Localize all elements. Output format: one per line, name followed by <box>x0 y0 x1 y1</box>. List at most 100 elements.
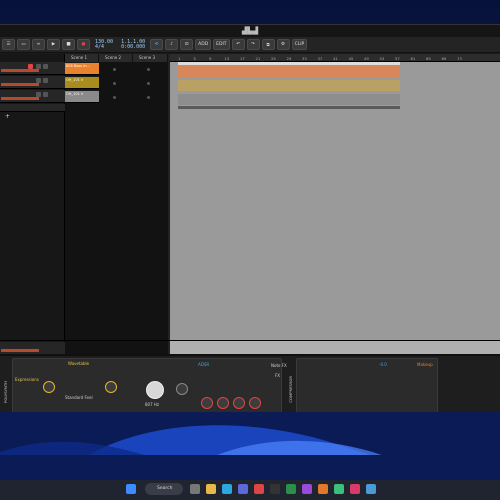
solo-icon[interactable] <box>43 64 48 69</box>
feel-label: Standard Feel <box>65 395 93 400</box>
ruler-tick-label: 73 <box>457 56 462 61</box>
file-explorer-icon[interactable] <box>206 484 216 494</box>
tempo-display[interactable]: 130.00 4/4 <box>92 39 116 50</box>
wavetable-title[interactable]: Wavetable <box>68 361 89 366</box>
empty-slot-icon[interactable] <box>113 82 116 85</box>
arrangement-clip[interactable] <box>178 66 400 77</box>
empty-slot-icon[interactable] <box>147 96 150 99</box>
ruler-tick-label: 69 <box>441 56 447 61</box>
pitch-knob[interactable] <box>146 381 164 399</box>
clip-slot[interactable]: OH_101 lr <box>65 76 99 89</box>
app-icon[interactable] <box>318 484 328 494</box>
ruler-tick-label: 29 <box>286 56 292 61</box>
knob-icon[interactable] <box>217 397 229 409</box>
comp-value: -0.0 <box>379 362 387 367</box>
undo-button[interactable]: ↶ <box>231 39 245 50</box>
arrangement-clip[interactable] <box>178 80 400 91</box>
settings-button[interactable]: ⚙ <box>276 39 290 50</box>
menu-button[interactable]: ☰ <box>2 39 15 50</box>
fx-label[interactable]: FX <box>275 373 280 378</box>
track-header-4[interactable] <box>0 104 65 112</box>
clip-slot[interactable]: OH_101 lr <box>65 90 99 103</box>
clip-slot[interactable]: 808 Bass m... <box>65 62 99 75</box>
redo-button[interactable]: ↷ <box>246 39 260 50</box>
knob-icon[interactable] <box>249 397 261 409</box>
knob-icon[interactable] <box>43 381 55 393</box>
copy-button[interactable]: ⧉ <box>261 39 275 50</box>
timeline-ruler[interactable]: 1 5 9 13 17 21 25 29 33 37 41 45 49 53 57 61 65 69 73 <box>170 54 500 62</box>
edit-button[interactable]: EDIT <box>213 39 230 50</box>
scene-header-2[interactable]: Scene 2 <box>99 54 133 62</box>
ruler-tick-label: 1 <box>178 56 181 61</box>
scene-header-1[interactable]: Scene 1 <box>65 54 99 62</box>
bitwig-taskbar-icon[interactable] <box>270 484 280 494</box>
ruler-tick-label: 57 <box>395 56 400 61</box>
ruler-tick-label: 45 <box>348 56 354 61</box>
ruler-tick-label: 41 <box>333 56 338 61</box>
stop-button[interactable]: ■ <box>62 39 75 50</box>
app-icon[interactable] <box>334 484 344 494</box>
arrangement-lane-2[interactable] <box>170 79 500 92</box>
start-icon[interactable] <box>126 484 136 494</box>
solo-icon[interactable] <box>43 78 48 83</box>
app-icon[interactable] <box>302 484 312 494</box>
clip[interactable]: 808 Bass m... <box>65 63 99 74</box>
clip-button[interactable]: CLIP <box>291 39 308 50</box>
solo-icon[interactable] <box>43 92 48 97</box>
metronome-button[interactable]: ♪ <box>165 39 179 50</box>
knob-icon[interactable] <box>233 397 245 409</box>
play-button[interactable]: ▶ <box>47 39 60 50</box>
edge-icon[interactable] <box>222 484 232 494</box>
empty-slot-icon[interactable] <box>147 82 150 85</box>
scene-header-3[interactable]: Scene 3 <box>133 54 168 62</box>
knob-icon[interactable] <box>105 381 117 393</box>
empty-slot-icon[interactable] <box>113 68 116 71</box>
volume-meter[interactable] <box>1 69 39 72</box>
dashboard-button[interactable]: ≈ <box>32 39 45 50</box>
knob-icon[interactable] <box>176 383 188 395</box>
makeup-button[interactable]: Makeup <box>417 362 433 367</box>
taskbar: Search <box>0 455 500 500</box>
arrangement-lane-3[interactable] <box>170 93 500 106</box>
ruler-tick-label: 17 <box>240 56 245 61</box>
clip[interactable]: OH_101 lr <box>65 91 99 102</box>
app-icon[interactable] <box>254 484 264 494</box>
note-fx-label[interactable]: Note FX <box>271 363 287 368</box>
freq-value: 807 Hz <box>145 402 160 407</box>
ruler-tick-label: 13 <box>224 56 230 61</box>
record-button[interactable]: ● <box>77 39 90 50</box>
knob-icon[interactable] <box>201 397 213 409</box>
search-box[interactable]: Search <box>145 483 183 495</box>
store-icon[interactable] <box>238 484 248 494</box>
ruler-tick-label: 21 <box>255 56 261 61</box>
arrangement-timeline[interactable]: 1 5 9 13 17 21 25 29 33 37 41 45 49 53 57 61 65 69 73 <box>170 54 500 354</box>
app-icon[interactable] <box>366 484 376 494</box>
add-button[interactable]: ADD <box>195 39 212 50</box>
track-header-1[interactable] <box>0 62 65 75</box>
empty-slot-icon[interactable] <box>113 96 116 99</box>
arrangement-lane-1[interactable] <box>170 65 500 78</box>
clip[interactable]: OH_101 lr <box>65 77 99 88</box>
arrangement-clip[interactable] <box>178 94 400 105</box>
volume-meter[interactable] <box>1 349 39 352</box>
ruler-tick-label: 25 <box>271 56 276 61</box>
loop-button[interactable]: ⟲ <box>150 39 164 50</box>
track-header-2[interactable] <box>0 76 65 89</box>
adsr-label: ADSR <box>198 362 210 367</box>
ruler-tick-label: 49 <box>364 56 369 61</box>
app-icon[interactable] <box>286 484 296 494</box>
ruler-tick-label: 37 <box>317 56 323 61</box>
file-button[interactable]: ▭ <box>17 39 30 50</box>
add-track-icon[interactable]: + <box>5 113 10 120</box>
track-header-3[interactable] <box>0 90 65 103</box>
bitwig-logo-icon: ▟▙▟ <box>241 27 259 35</box>
ruler-tick-label: 65 <box>426 56 431 61</box>
task-view-icon[interactable] <box>190 484 200 494</box>
volume-meter[interactable] <box>1 83 39 86</box>
position-display[interactable]: 1.1.1.00 0:00.000 <box>118 39 148 50</box>
empty-slot-icon[interactable] <box>147 68 150 71</box>
app-icon[interactable] <box>350 484 360 494</box>
expressions-label: Expressions <box>15 377 39 382</box>
volume-meter[interactable] <box>1 97 39 100</box>
punch-button[interactable]: ⊡ <box>180 39 194 50</box>
